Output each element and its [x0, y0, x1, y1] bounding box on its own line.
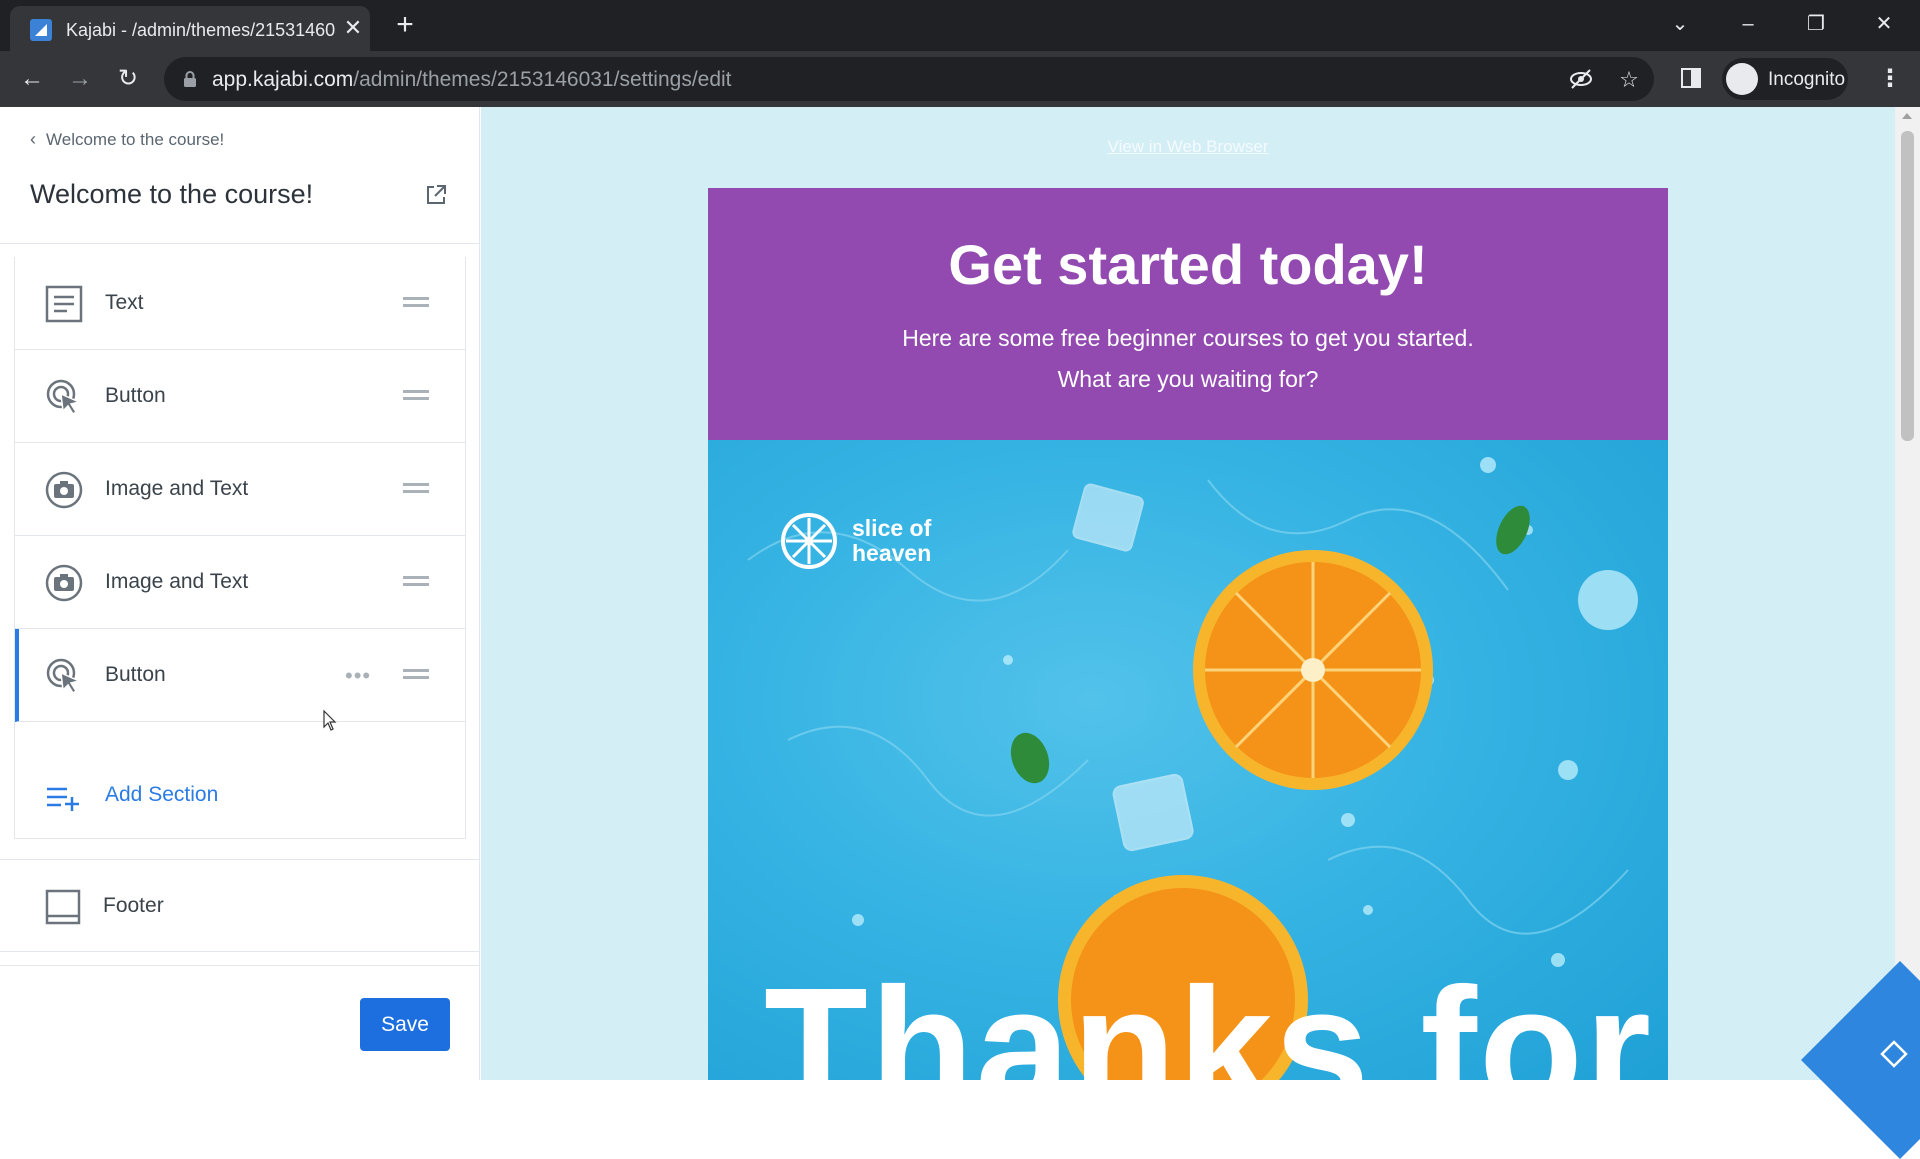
external-link-icon[interactable] — [424, 183, 448, 207]
view-in-browser-link[interactable]: View in Web Browser — [481, 137, 1895, 157]
section-item-text[interactable]: Text — [15, 257, 465, 350]
camera-icon — [45, 564, 83, 602]
section-item-footer[interactable]: Footer — [0, 859, 480, 952]
orange-slice — [1193, 550, 1433, 790]
drag-handle-icon[interactable] — [403, 390, 429, 402]
add-list-icon — [47, 787, 79, 811]
editor-sidebar: ‹ Welcome to the course! Welcome to the c… — [0, 107, 480, 1080]
section-label: Button — [105, 384, 166, 407]
camera-icon — [45, 471, 83, 509]
browser-tabbar: Kajabi - /admin/themes/2153146031/settin… — [0, 0, 1920, 51]
hero-title: Get started today! — [948, 233, 1428, 296]
brand-logo: slice of heaven — [780, 512, 980, 582]
section-label: Footer — [103, 894, 164, 917]
divider — [0, 965, 480, 966]
section-list: Text Button Image and Text Image and Tex… — [14, 257, 466, 839]
section-label: Image and Text — [105, 477, 249, 500]
new-tab-button[interactable]: + — [390, 10, 420, 40]
cursor-click-icon — [46, 658, 82, 695]
chevron-left-icon: ‹ — [30, 129, 36, 149]
add-section-label: Add Section — [105, 783, 219, 806]
restore-button[interactable]: ❐ — [1796, 8, 1836, 40]
mouse-cursor-icon — [323, 710, 337, 731]
section-label: Button — [105, 663, 166, 686]
ice-cube — [1072, 483, 1194, 852]
lock-icon — [184, 71, 196, 87]
tag-icon — [1880, 1040, 1908, 1068]
close-window-button[interactable]: ✕ — [1864, 8, 1904, 40]
scroll-up-arrow-icon[interactable] — [1902, 113, 1912, 119]
page-title: Welcome to the course! — [30, 179, 314, 209]
section-item-image-and-text[interactable]: Image and Text — [15, 443, 465, 536]
brand-name: slice of heaven — [852, 515, 932, 566]
scrollbar-thumb[interactable] — [1901, 131, 1914, 441]
tab-close-icon[interactable]: ✕ — [340, 15, 366, 41]
section-label: Image and Text — [105, 570, 249, 593]
side-panel-icon[interactable] — [1678, 67, 1704, 93]
drag-handle-icon[interactable] — [403, 483, 429, 495]
drag-handle-icon[interactable] — [403, 297, 429, 309]
text-icon — [45, 285, 83, 323]
add-section-button[interactable]: Add Section — [15, 755, 465, 839]
section-item-button[interactable]: Button ••• — [15, 629, 465, 722]
kajabi-favicon-icon — [30, 19, 52, 41]
footer-icon — [45, 889, 81, 925]
section-item-button[interactable]: Button — [15, 350, 465, 443]
incognito-icon — [1726, 63, 1758, 95]
url-text: app.kajabi.com/admin/themes/2153146031/s… — [212, 68, 732, 91]
incognito-label: Incognito — [1768, 69, 1846, 90]
preview-scrollbar[interactable] — [1895, 107, 1920, 1080]
incognito-profile[interactable]: Incognito — [1722, 58, 1848, 100]
reload-icon[interactable]: ↻ — [112, 63, 144, 95]
star-icon[interactable]: ☆ — [1616, 67, 1642, 93]
address-bar[interactable]: app.kajabi.com/admin/themes/2153146031/s… — [164, 57, 1654, 101]
tab-search-icon[interactable]: ⌄ — [1660, 8, 1700, 40]
back-arrow-icon[interactable]: ← — [16, 63, 48, 95]
email-body: Get started today! Here are some free be… — [708, 188, 1668, 1080]
minimize-button[interactable]: – — [1728, 8, 1768, 40]
hero-subtitle: Here are some free beginner courses to g… — [902, 325, 1474, 392]
more-options-icon[interactable]: ••• — [345, 663, 371, 689]
forward-arrow-icon[interactable]: → — [64, 63, 96, 95]
section-item-image-and-text[interactable]: Image and Text — [15, 536, 465, 629]
hero-image: slice of heaven Thanks for — [708, 440, 1668, 1080]
section-label: Text — [105, 291, 144, 314]
eye-off-icon[interactable] — [1568, 67, 1594, 93]
thanks-heading: Thanks for — [764, 953, 1654, 1080]
divider — [0, 243, 480, 244]
breadcrumb-back[interactable]: ‹ Welcome to the course! — [30, 129, 224, 150]
tab-title: Kajabi - /admin/themes/2153146031/settin… — [66, 20, 336, 40]
browser-menu-icon[interactable]: ⋮ — [1878, 63, 1902, 95]
save-button[interactable]: Save — [360, 998, 450, 1051]
cursor-click-icon — [46, 379, 82, 416]
email-preview: View in Web Browser Get started today! H… — [481, 107, 1895, 1080]
orange-logo-icon — [781, 513, 837, 569]
breadcrumb-label: Welcome to the course! — [46, 130, 225, 149]
browser-toolbar: ← → ↻ app.kajabi.com/admin/themes/215314… — [0, 51, 1920, 107]
drag-handle-icon[interactable] — [403, 669, 429, 681]
browser-tab[interactable]: Kajabi - /admin/themes/2153146031/settin… — [10, 6, 370, 51]
drag-handle-icon[interactable] — [403, 576, 429, 588]
hero-section: Get started today! Here are some free be… — [708, 188, 1668, 440]
